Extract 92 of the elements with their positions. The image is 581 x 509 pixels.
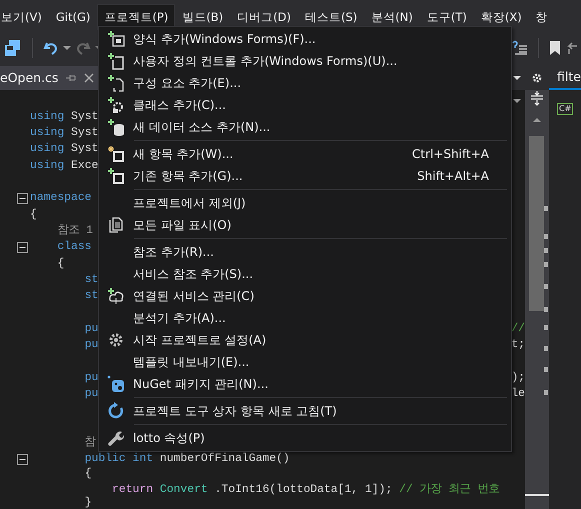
plus-square-icon (107, 167, 125, 185)
menu-bar-item[interactable]: 도구(T) (420, 4, 474, 30)
bookmark-icon[interactable] (549, 40, 561, 56)
csharp-file-icon: C# (557, 103, 574, 115)
refresh-icon (107, 402, 125, 420)
redo-icon[interactable] (75, 40, 91, 56)
menu-bar-item[interactable]: 확장(X) (474, 4, 529, 30)
menu-bar-item[interactable]: 보기(V) (0, 4, 49, 30)
code-text: 참조 1 (57, 224, 94, 237)
caret-icon[interactable] (63, 45, 71, 51)
code-text: numberOfFinalGame() (160, 453, 290, 466)
outline-toggle-icon[interactable] (17, 454, 28, 466)
code-text: { (30, 208, 37, 221)
undo-icon[interactable] (43, 40, 59, 56)
menu-item[interactable]: 프로젝트 도구 상자 항목 새로 고침(T) (99, 400, 511, 422)
menu-item[interactable]: 새 데이터 소스 추가(N)... (99, 116, 511, 138)
menu-bar-item[interactable]: 빌드(B) (175, 4, 230, 30)
plus-document-icon (107, 74, 125, 92)
menu-item[interactable]: 구성 요소 추가(E)... (99, 72, 511, 94)
menu-item[interactable]: 템플릿 내보내기(E)... (99, 351, 511, 373)
code-text: pu (84, 388, 98, 400)
dropdown-caret-icon[interactable] (513, 75, 522, 81)
sparkle-square-icon (107, 145, 125, 163)
menu-bar-item[interactable]: 디버그(D) (230, 4, 298, 30)
code-text: // (511, 322, 525, 335)
shortcut-text: Ctrl+Shift+A (412, 146, 489, 163)
plus-database-icon (107, 118, 125, 136)
code-text: 참 (84, 436, 96, 449)
code-text: using (30, 160, 64, 172)
code-text: le (511, 388, 525, 400)
menu-item[interactable]: 시작 프로젝트로 설정(A) (99, 329, 511, 351)
settings-icon[interactable] (531, 72, 544, 84)
code-text: } (84, 496, 92, 509)
menu-item[interactable]: NuGet 패키지 관리(N)... (99, 373, 511, 395)
code-text: using (30, 143, 64, 156)
code-text: using (30, 127, 64, 140)
comment-lines-icon[interactable] (512, 40, 528, 56)
split-window-icon[interactable] (529, 90, 545, 106)
code-text: t; (511, 339, 525, 351)
menu-item[interactable]: 사용자 정의 컨트롤 추가(Windows Forms)(U)... (99, 50, 511, 72)
menu-item[interactable]: lotto 속성(P) (99, 427, 511, 449)
menu-item[interactable]: 새 항목 추가(W)... Ctrl+Shift+A (99, 143, 511, 165)
menu-item[interactable]: 프로젝트에서 제외(J) (99, 192, 511, 214)
code-text: Exce (71, 160, 98, 172)
plus-gear-icon (107, 96, 125, 114)
close-icon[interactable] (84, 73, 94, 83)
code-text: Syst (71, 143, 98, 156)
menu-item[interactable]: 분석기 추가(A)... (99, 307, 511, 329)
menu-item[interactable]: 연결된 서비스 관리(C) (99, 285, 511, 307)
plus-cloud-icon (107, 287, 125, 305)
documents-icon (107, 216, 125, 234)
code-text: st (84, 290, 98, 302)
menu-item[interactable]: 모든 파일 표시(O) (99, 214, 511, 236)
code-text: Convert (160, 484, 208, 496)
code-text: .ToInt16(lottoData[1, 1]); (214, 484, 392, 496)
arrow-icon[interactable] (565, 40, 577, 56)
shortcut-text: Shift+Alt+A (417, 168, 489, 185)
gear-icon (107, 331, 125, 349)
code-text: Syst (71, 110, 98, 123)
plus-window-icon (107, 30, 125, 48)
code-text: ); (511, 372, 525, 384)
code-text: public int (84, 453, 154, 466)
menu-item[interactable]: 양식 추가(Windows Forms)(F)... (99, 28, 511, 50)
menu-item[interactable]: 기존 항목 추가(G)... Shift+Alt+A (99, 165, 511, 187)
code-text: namespace (30, 192, 92, 204)
menu-bar-item[interactable]: 창 (528, 4, 555, 30)
code-text: st (84, 274, 98, 286)
code-text: return (112, 484, 154, 496)
code-text: pu (84, 372, 98, 384)
menu-item[interactable]: 참조 추가(R)... (99, 241, 511, 263)
menu-item[interactable]: 클래스 추가(C)... (99, 94, 511, 116)
dropdown-caret-icon[interactable] (513, 98, 521, 104)
code-text: { (84, 468, 92, 480)
code-text: class (57, 241, 92, 254)
save-all-icon[interactable] (4, 39, 22, 57)
package-icon (107, 375, 125, 393)
outline-toggle-icon[interactable] (17, 242, 28, 254)
code-text: Syst (71, 127, 98, 140)
menu-bar-item[interactable]: Git(G) (48, 4, 98, 30)
code-text: using (30, 110, 64, 123)
plus-frame-icon (107, 52, 125, 70)
pin-icon[interactable] (66, 73, 76, 83)
outline-toggle-icon[interactable] (17, 193, 28, 204)
menu-item[interactable]: 서비스 참조 추가(S)... (99, 263, 511, 285)
document-tab[interactable]: eOpen.cs (0, 66, 100, 90)
wrench-icon (107, 429, 125, 447)
code-text: pu (84, 339, 98, 351)
menu-bar-item[interactable]: 테스트(S) (298, 4, 364, 30)
code-text: // 가장 최근 번호 (399, 484, 500, 496)
menu-bar-item[interactable]: 분석(N) (364, 4, 420, 30)
code-text: pu (84, 322, 98, 335)
code-text: { (57, 258, 64, 270)
